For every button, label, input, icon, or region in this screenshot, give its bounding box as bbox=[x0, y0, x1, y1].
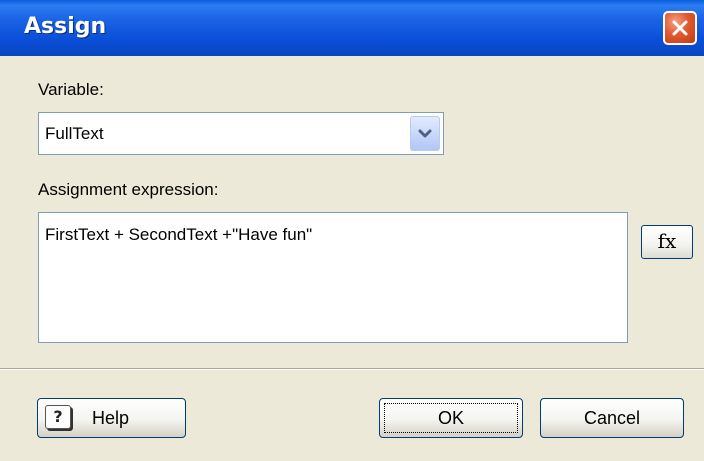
help-button-label: Help bbox=[92, 408, 130, 428]
ok-button-label: OK bbox=[437, 408, 464, 428]
help-icon: ? bbox=[45, 405, 71, 429]
variable-value: FullText bbox=[45, 124, 104, 143]
expression-value: FirstText + SecondText +"Have fun" bbox=[45, 225, 313, 244]
expression-input[interactable]: FirstText + SecondText +"Have fun" bbox=[38, 212, 628, 343]
assign-dialog: Assign Variable: FullText Assignment exp… bbox=[0, 0, 704, 461]
ok-button[interactable]: OK bbox=[379, 398, 523, 438]
divider bbox=[0, 368, 704, 370]
close-icon bbox=[672, 20, 688, 36]
variable-select[interactable]: FullText bbox=[38, 112, 444, 155]
cancel-button[interactable]: Cancel bbox=[540, 398, 684, 438]
variable-label: Variable: bbox=[38, 80, 104, 99]
window-title: Assign bbox=[24, 14, 107, 39]
title-bar[interactable]: Assign bbox=[0, 0, 704, 56]
function-icon: fx bbox=[657, 229, 677, 253]
expression-label: Assignment expression: bbox=[38, 180, 219, 199]
dropdown-button[interactable] bbox=[410, 116, 440, 151]
cancel-button-label: Cancel bbox=[583, 408, 641, 428]
chevron-down-icon bbox=[418, 129, 432, 138]
close-button[interactable] bbox=[663, 11, 697, 45]
function-button[interactable]: fx bbox=[641, 225, 693, 259]
help-button[interactable]: ? Help bbox=[37, 398, 186, 438]
